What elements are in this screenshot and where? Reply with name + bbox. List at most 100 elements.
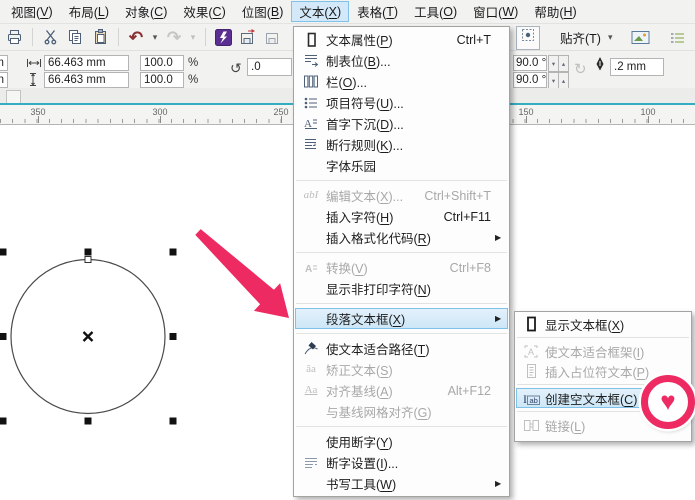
svg-text:I: I: [523, 392, 527, 406]
text-menu-item-convert[interactable]: A 转换(V) Ctrl+F8: [295, 257, 508, 278]
text-menu-item-writing-tools[interactable]: 书写工具(W) ▶: [295, 473, 508, 494]
export-icon[interactable]: [261, 25, 285, 49]
text-menu-item-insert-character[interactable]: 插入字符(H) Ctrl+F11: [295, 206, 508, 227]
snap-to-button[interactable]: 贴齐(T) ▾: [554, 26, 619, 49]
angle-top-field[interactable]: 90.0 °: [513, 55, 547, 71]
text-menu-item-line-break-rules[interactable]: 断行规则(K)...: [295, 134, 508, 155]
text-menu-item-show-nonprinting-characters[interactable]: 显示非打印字符(N): [295, 278, 508, 299]
menu-separator: [296, 422, 507, 431]
text-menu-item-hyphenation-settings[interactable]: 断字设置(I)...: [295, 452, 508, 473]
menubar-item-6[interactable]: 文本(X): [291, 1, 350, 22]
text-properties-icon: [296, 32, 326, 48]
insert-placeholder-icon: [517, 363, 545, 379]
toolbar-separator: [205, 28, 206, 46]
straighten-text-icon: âa: [306, 363, 316, 375]
import-icon[interactable]: [236, 25, 260, 49]
svg-text:A: A: [528, 347, 534, 357]
toolbar-separator: [32, 28, 33, 46]
text-menu-dropdown: 文本属性(P) Ctrl+T 制表位(B)... 栏(O)... 项目符号(U)... A…: [293, 26, 510, 497]
object-width-field[interactable]: 66.463 mm: [44, 55, 129, 71]
text-menu-item-align-to-baseline-grid[interactable]: 与基线网格对齐(G): [295, 401, 508, 422]
menubar-item-4[interactable]: 效果(C): [175, 1, 233, 22]
show-text-frame-icon: [517, 316, 545, 332]
x-position-field[interactable]: m: [0, 55, 8, 71]
scale-width-field[interactable]: 100.0: [140, 55, 184, 71]
image-adjust-icon[interactable]: [629, 26, 653, 50]
options-list-icon[interactable]: [666, 26, 690, 50]
menu-item-label: 矫正文本(S): [326, 364, 393, 378]
menubar-item-5[interactable]: 位图(B): [234, 1, 292, 22]
link-icon: [517, 418, 545, 433]
object-width-icon: [26, 58, 42, 68]
submenu-item-fit-text-to-frame[interactable]: A 使文本适合框架(I): [516, 341, 690, 361]
ruler-major-tick: [526, 116, 527, 123]
copy-icon[interactable]: [63, 25, 87, 49]
text-menu-item-insert-formatting-code[interactable]: 插入格式化代码(R) ▶: [295, 227, 508, 248]
ruler-major-tick: [281, 116, 282, 123]
spinner-up-icon[interactable]: ▴: [558, 55, 569, 72]
outline-width-field[interactable]: .2 mm: [610, 58, 664, 76]
spinner-up-icon[interactable]: ▴: [558, 72, 569, 89]
print-icon[interactable]: [2, 25, 26, 49]
menu-item-shortcut: Ctrl+F8: [449, 260, 491, 275]
line-break-rules-icon: [296, 137, 326, 152]
text-menu-item-align-to-baseline[interactable]: Aa 对齐基线(A) Alt+F12: [295, 380, 508, 401]
object-center-marker[interactable]: [82, 331, 94, 342]
toolbar-separator: [118, 28, 119, 46]
columns-icon: [296, 74, 326, 89]
menu-separator: [517, 334, 689, 341]
menu-item-label: 书写工具(W): [326, 478, 397, 492]
menubar: 视图(V) 布局(L) 对象(C) 效果(C) 位图(B) 文本(X) 表格(T) 工具(O)…: [0, 0, 695, 24]
cut-icon[interactable]: [38, 25, 62, 49]
ruler-major-tick: [160, 116, 161, 123]
outline-pen-icon: [594, 56, 606, 72]
menu-item-label: 断字设置(I)...: [326, 457, 399, 471]
menubar-item-8[interactable]: 工具(O): [406, 1, 465, 22]
text-menu-item-columns[interactable]: 栏(O)...: [295, 71, 508, 92]
menubar-item-9[interactable]: 窗口(W): [465, 1, 526, 22]
menu-item-label: 栏(O)...: [326, 76, 367, 90]
menu-item-label: 制表位(B)...: [326, 55, 391, 69]
rotation-angle-field[interactable]: .0: [247, 58, 292, 76]
redo-icon[interactable]: ↷: [162, 25, 186, 49]
scale-height-field[interactable]: 100.0: [140, 72, 184, 88]
svg-text:ab: ab: [529, 396, 537, 405]
text-menu-item-bullets[interactable]: 项目符号(U)...: [295, 92, 508, 113]
menubar-item-3[interactable]: 对象(C): [117, 1, 175, 22]
menubar-item-2[interactable]: 布局(L): [61, 1, 117, 22]
menu-item-label: 显示文本框(X): [545, 318, 625, 333]
text-menu-item-font-playground[interactable]: 字体乐园: [295, 155, 508, 176]
redo-dropdown-icon[interactable]: ▾: [187, 25, 199, 49]
y-position-field[interactable]: n: [0, 72, 8, 88]
menu-item-label: 编辑文本(X)...: [326, 190, 404, 204]
menu-item-label: 插入字符(H): [326, 211, 394, 225]
text-menu-item-text-properties[interactable]: 文本属性(P) Ctrl+T: [295, 29, 508, 50]
text-menu-item-use-hyphenation[interactable]: 使用断字(Y): [295, 431, 508, 452]
text-menu-item-edit-text[interactable]: abI 编辑文本(X)... Ctrl+Shift+T: [295, 185, 508, 206]
menubar-item-7[interactable]: 表格(T): [349, 1, 406, 22]
preview-toggle-button[interactable]: [516, 25, 540, 50]
menu-item-label: 使文本适合框架(I): [545, 345, 645, 360]
menu-item-label: 断行规则(K)...: [326, 139, 404, 153]
object-height-field[interactable]: 66.463 mm: [44, 72, 129, 88]
text-menu-item-tab-settings[interactable]: 制表位(B)...: [295, 50, 508, 71]
undo-dropdown-icon[interactable]: ▾: [149, 25, 161, 49]
ellipse-node[interactable]: [84, 256, 92, 263]
angle-bottom-field[interactable]: 90.0 °: [513, 72, 547, 88]
menu-item-label: 与基线网格对齐(G): [326, 406, 432, 420]
menubar-item-1[interactable]: 视图(V): [3, 1, 61, 22]
paste-icon[interactable]: [88, 25, 112, 49]
text-menu-item-paragraph-text-frame[interactable]: 段落文本框(X) ▶: [295, 308, 508, 329]
menubar-item-10[interactable]: 帮助(H): [526, 1, 584, 22]
app-launcher-icon[interactable]: [211, 25, 235, 49]
menu-item-label: 插入格式化代码(R): [326, 232, 431, 246]
undo-icon[interactable]: ↶: [124, 25, 148, 49]
preview-toggle-icon: [520, 27, 536, 48]
text-menu-item-straighten-text[interactable]: âa 矫正文本(S): [295, 359, 508, 380]
text-menu-item-fit-text-to-path[interactable]: 使文本适合路径(T): [295, 338, 508, 359]
document-tab-icon[interactable]: [6, 90, 21, 104]
text-menu-item-drop-cap[interactable]: A 首字下沉(D)...: [295, 113, 508, 134]
submenu-item-show-text-frame[interactable]: 显示文本框(X): [516, 314, 690, 334]
menu-item-shortcut: Ctrl+Shift+T: [424, 188, 491, 203]
menu-item-label: 首字下沉(D)...: [326, 118, 404, 132]
